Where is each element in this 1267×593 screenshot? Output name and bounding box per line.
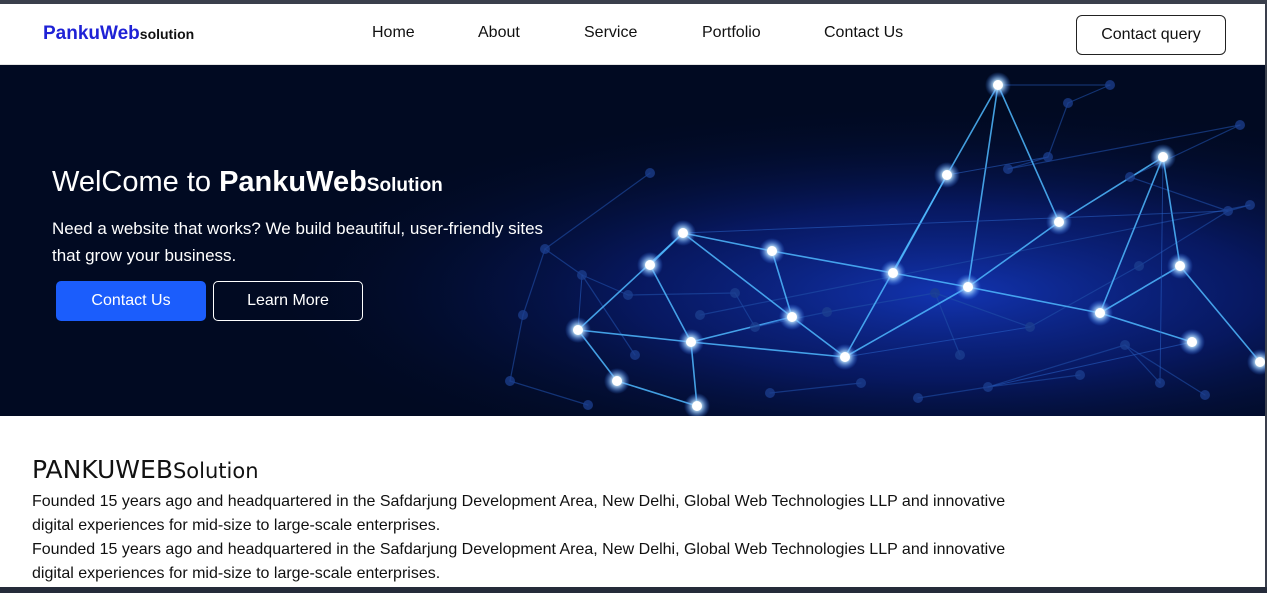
hero-title-prefix: WelCome to (52, 166, 220, 198)
hero-subtitle: Need a website that works? We build beau… (52, 219, 544, 265)
contact-query-button[interactable]: Contact query (1076, 15, 1226, 55)
page-bottom-edge (0, 587, 1267, 593)
about-paragraph: Founded 15 years ago and headquartered i… (32, 493, 1006, 534)
hero-title-brand: PankuWeb (219, 166, 367, 198)
hero-title: WelCome to PankuWebSolution (52, 166, 443, 199)
hero-banner: WelCome to PankuWebSolution Need a websi… (0, 65, 1265, 416)
about-text: Founded 15 years ago and headquartered i… (32, 490, 1022, 586)
hero-learn-more-button[interactable]: Learn More (213, 281, 363, 321)
about-heading: PANKUWEBSolution (32, 455, 259, 484)
hero-title-brand-suffix: Solution (366, 175, 443, 196)
page: PankuWebsolution Home About Service Port… (0, 4, 1265, 590)
about-heading-suffix: Solution (172, 459, 259, 483)
nav-link-home[interactable]: Home (372, 24, 415, 42)
nav-link-service[interactable]: Service (584, 24, 637, 42)
navbar: PankuWebsolution Home About Service Port… (0, 4, 1265, 65)
nav-link-portfolio[interactable]: Portfolio (702, 24, 761, 42)
about-paragraph: Founded 15 years ago and headquartered i… (32, 541, 1006, 582)
nav-link-about[interactable]: About (478, 24, 520, 42)
hero-contact-us-button[interactable]: Contact Us (56, 281, 206, 321)
nav-link-contact-us[interactable]: Contact Us (824, 24, 903, 42)
about-heading-main: PANKUWEB (32, 455, 173, 484)
